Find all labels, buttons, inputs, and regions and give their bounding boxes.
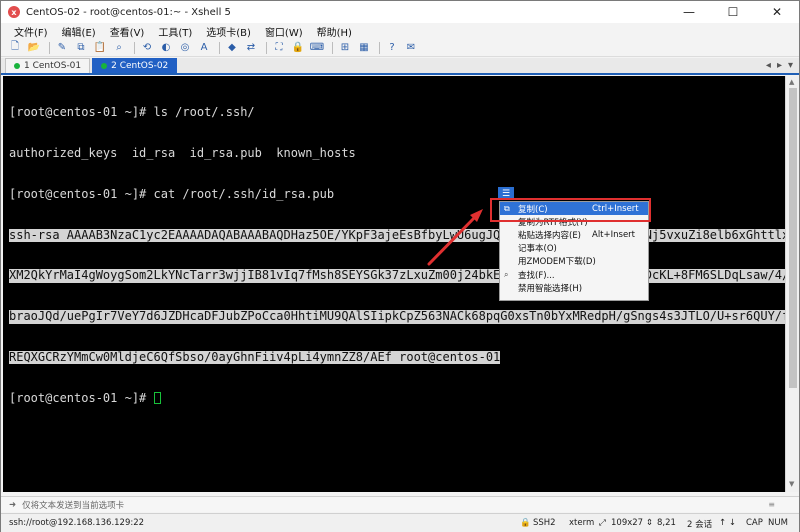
lock-icon[interactable]: 🔒 <box>290 41 306 55</box>
context-menu-label: 查找(F)... <box>518 270 555 281</box>
tab-list-icon[interactable]: ▾ <box>788 60 793 71</box>
context-menu-paste-selection[interactable]: 粘贴选择内容(E) Alt+Insert <box>500 228 648 241</box>
resize-icon: ⤢ <box>599 518 606 528</box>
open-icon[interactable]: 📂 <box>26 41 42 55</box>
menu-window[interactable]: 窗口(W) <box>258 24 310 39</box>
toolbar: 🗋 📂 ✎ ⧉ 📋 ⌕ ⟲ ◐ ◎ A ◆ ⇄ ⛶ 🔒 ⌨ ⊞ ▦ ? ✉ <box>1 39 799 57</box>
compose-icon[interactable]: ✉ <box>403 41 419 55</box>
tab-label: 2 CentOS-02 <box>111 61 169 71</box>
menu-tools[interactable]: 工具(T) <box>151 24 199 39</box>
red-highlight-box <box>490 198 651 222</box>
properties-icon[interactable]: ✎ <box>54 41 70 55</box>
compose-send-bar[interactable]: ➜ 仅将文本发送到当前选项卡 ≡ <box>1 496 799 512</box>
context-menu-zmodem-download[interactable]: 用ZMODEM下载(D) <box>500 255 648 268</box>
script-icon[interactable]: ◆ <box>224 41 240 55</box>
menu-help[interactable]: 帮助(H) <box>310 24 359 39</box>
transfer-icon[interactable]: ⇄ <box>243 41 259 55</box>
terminal-line: authorized_keys id_rsa id_rsa.pub known_… <box>9 145 356 160</box>
status-cursor-pos: 8,21 <box>657 518 676 528</box>
terminal-cursor <box>153 391 161 404</box>
window-title: CentOS-02 - root@centos-01:~ - Xshell 5 <box>26 6 231 18</box>
scroll-up-icon[interactable]: ▲ <box>789 78 794 86</box>
color-icon[interactable]: ◐ <box>158 41 174 55</box>
tab-label: 1 CentOS-01 <box>24 61 82 71</box>
toolbar-divider <box>219 41 220 54</box>
terminal-prompt: [root@centos-01 ~]# <box>9 390 154 405</box>
status-sessions: 2 会话 <box>687 520 713 530</box>
terminal-area[interactable]: [root@centos-01 ~]# ls /root/.ssh/ autho… <box>3 76 785 492</box>
xshell-logo-icon: x <box>8 6 20 18</box>
tab-centos-02[interactable]: 2 CentOS-02 <box>92 58 178 73</box>
status-connection: ssh://root@192.168.136.129:22 <box>9 518 145 528</box>
keyboard-icon[interactable]: ⌨ <box>309 41 325 55</box>
scroll-down-icon[interactable]: ▼ <box>789 480 794 488</box>
font-icon[interactable]: A <box>196 41 212 55</box>
menu-tabs[interactable]: 选项卡(B) <box>199 24 258 39</box>
find-icon[interactable]: ⌕ <box>111 41 127 55</box>
new-icon[interactable]: 🗋 <box>7 41 23 55</box>
selected-terminal-line: XM2QkYrMaI4gWoygSom2LkYNcTarr3wjjIB81vIq… <box>9 269 785 283</box>
send-options-icon[interactable]: ≡ <box>768 500 775 509</box>
terminal-line: [root@centos-01 ~]# ls /root/.ssh/ <box>9 105 255 120</box>
close-button[interactable]: ✕ <box>755 1 799 23</box>
menu-view[interactable]: 查看(V) <box>103 24 152 39</box>
cursor-icon: ⇕ <box>646 518 654 528</box>
connected-status-icon <box>101 63 108 69</box>
layout-icon[interactable]: ▦ <box>356 41 372 55</box>
context-menu-disable-smart-select[interactable]: 禁用智能选择(H) <box>500 281 648 294</box>
context-menu-find[interactable]: ⌕ 查找(F)... <box>500 268 648 281</box>
globe-icon[interactable]: ◎ <box>177 41 193 55</box>
paste-icon[interactable]: 📋 <box>92 41 108 55</box>
context-menu-label: 用ZMODEM下载(D) <box>518 257 596 268</box>
tab-scroll-left-icon[interactable]: ◂ <box>766 60 771 71</box>
selected-terminal-line: REQXGCRzYMmCw0MldjeC6QfSbso/0ayGhnFiiv4p… <box>9 349 501 365</box>
lock-icon: 🔒 <box>520 518 531 528</box>
fullscreen-icon[interactable]: ⛶ <box>271 41 287 55</box>
status-size: 109x27 <box>611 518 644 528</box>
menu-bar: 文件(F) 编辑(E) 查看(V) 工具(T) 选项卡(B) 窗口(W) 帮助(… <box>1 23 799 39</box>
toolbar-divider <box>49 41 50 54</box>
selected-terminal-line: braoJQd/uePgIr7VeY7d6JZDHcaDFJubZPoCca0H… <box>9 309 785 324</box>
title-bar: x CentOS-02 - root@centos-01:~ - Xshell … <box>1 1 799 23</box>
maximize-button[interactable]: ☐ <box>711 1 755 23</box>
add-icon[interactable]: ⊞ <box>337 41 353 55</box>
tab-navigation: ◂ ▸ ▾ <box>766 60 793 71</box>
red-annotation-arrow-icon <box>427 209 483 266</box>
terminal-line: [root@centos-01 ~]# cat /root/.ssh/id_rs… <box>9 186 335 201</box>
toolbar-divider <box>134 41 135 54</box>
status-bar: ssh://root@192.168.136.129:22 🔒 SSH2 xte… <box>1 513 799 532</box>
tab-scroll-right-icon[interactable]: ▸ <box>777 60 782 71</box>
terminal-prompt-line: [root@centos-01 ~]# <box>9 390 779 406</box>
scroll-thumb[interactable] <box>789 88 797 388</box>
help-icon[interactable]: ? <box>384 41 400 55</box>
connected-status-icon <box>14 63 20 69</box>
toolbar-divider <box>266 41 267 54</box>
selected-terminal-line: ssh-rsa AAAAB3NzaC1yc2EAAAADAQABAAABAQDH… <box>9 228 785 243</box>
toolbar-divider <box>332 41 333 54</box>
window-controls: — ☐ ✕ <box>667 1 799 23</box>
minimize-button[interactable]: — <box>667 1 711 23</box>
menu-edit[interactable]: 编辑(E) <box>55 24 103 39</box>
sessions-dropdown-icon[interactable]: ↑ ↓ <box>719 518 736 528</box>
send-arrow-icon[interactable]: ➜ <box>9 500 16 510</box>
terminal-scrollbar[interactable]: ▲ ▼ <box>785 76 799 492</box>
status-protocol: SSH2 <box>533 518 556 528</box>
status-cap: CAP <box>746 518 763 528</box>
status-num: NUM <box>768 518 788 528</box>
status-terminal-type: xterm <box>569 518 595 528</box>
tab-bar: 1 CentOS-01 2 CentOS-02 ◂ ▸ ▾ <box>1 58 799 75</box>
send-bar-placeholder: 仅将文本发送到当前选项卡 <box>22 500 125 511</box>
context-menu-label: 粘贴选择内容(E) <box>518 230 582 241</box>
reconnect-icon[interactable]: ⟲ <box>139 41 155 55</box>
context-menu-notepad[interactable]: 记事本(O) <box>500 242 648 255</box>
toolbar-divider <box>379 41 380 54</box>
copy-icon[interactable]: ⧉ <box>73 41 89 55</box>
tab-centos-01[interactable]: 1 CentOS-01 <box>5 58 91 73</box>
menu-file[interactable]: 文件(F) <box>7 24 55 39</box>
context-menu-label: 禁用智能选择(H) <box>518 283 583 294</box>
context-menu-shortcut: Alt+Insert <box>592 229 636 240</box>
context-menu-label: 记事本(O) <box>518 244 557 255</box>
xshell-window: x CentOS-02 - root@centos-01:~ - Xshell … <box>0 0 800 532</box>
search-icon: ⌕ <box>504 269 509 279</box>
